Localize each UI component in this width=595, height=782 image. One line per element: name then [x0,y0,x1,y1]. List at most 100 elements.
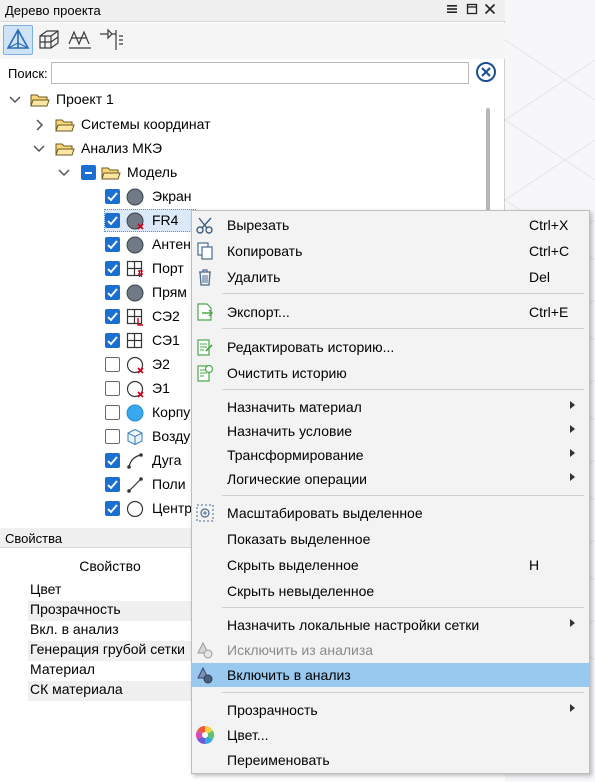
surface-mesh-icon [68,30,91,49]
tree-node-screen[interactable]: Экран [0,185,200,209]
property-row[interactable]: СК материала [28,681,193,701]
tree-node-poly[interactable]: Поли [0,473,200,497]
menu-separator [222,389,584,390]
tree-node-se1[interactable]: СЭ1 [0,329,200,353]
property-row[interactable]: Цвет [28,581,193,601]
menu-item-clear-history[interactable]: Очистить историю [192,361,589,385]
checkbox-unchecked[interactable] [105,405,120,420]
menu-item-delete[interactable]: Удалить Del [192,265,589,289]
tree-node-coord-systems[interactable]: Системы координат [0,113,400,137]
export-icon [197,303,213,321]
menu-item-transparency[interactable]: Прозрачность [192,698,589,722]
pyramid-icon [6,28,30,49]
menu-item-logic-ops[interactable]: Логические операции [192,467,589,491]
tree-node-label: Системы координат [81,116,211,132]
menu-item-cut[interactable]: Вырезать Ctrl+X [192,213,589,237]
menu-separator [222,692,584,693]
submenu-arrow-icon [570,449,575,457]
tree-node-e1[interactable]: Э1 [0,377,200,401]
mesh-cube-icon [39,30,59,49]
tree-node-e2[interactable]: Э2 [0,353,200,377]
tree-node-body[interactable]: Корпу [0,401,200,425]
submenu-arrow-icon [570,473,575,481]
port-face-icon [126,260,143,277]
properties-title: Свойства [5,531,63,546]
tree-node-se2[interactable]: СЭ2 [0,305,200,329]
menu-item-copy[interactable]: Копировать Ctrl+C [192,239,589,263]
restore-icon[interactable] [464,3,480,19]
tree-node-arc[interactable]: Дуга [0,449,200,473]
tree-node-label: Э1 [152,380,170,396]
include-analysis-icon [197,666,213,684]
color-wheel-icon [195,726,215,744]
geometry-view-button[interactable] [3,25,33,55]
close-icon[interactable] [482,3,498,19]
tree-node-antenna[interactable]: Антен [0,233,200,257]
port-icon [100,28,123,50]
menu-item-assign-material[interactable]: Назначить материал [192,395,589,419]
checkbox-checked[interactable] [105,189,120,204]
menu-icon[interactable] [444,3,460,19]
mesh-view-button[interactable] [34,25,64,55]
menu-item-zoom-selected[interactable]: Масштабировать выделенное [192,501,589,525]
surface-mesh-button[interactable] [65,25,95,55]
tree-node-label: Модель [127,164,178,180]
menu-item-export[interactable]: Экспорт... Ctrl+E [192,300,589,324]
tree-node-label: СЭ1 [152,332,180,348]
lumped-element-icon [126,332,143,349]
property-row[interactable]: Прозрачность [28,601,193,621]
checkbox-checked[interactable] [105,261,120,276]
model-checkbox[interactable] [81,165,96,180]
tree-node-label: Корпу [152,404,191,420]
chevron-down-icon[interactable] [8,93,22,107]
excluded-solid-icon [126,212,144,230]
checkbox-checked[interactable] [105,213,120,228]
tree-node-port[interactable]: Порт [0,257,200,281]
circle-outline-icon [126,500,144,517]
checkbox-checked[interactable] [105,333,120,348]
tree-node-center[interactable]: Центр [0,497,200,517]
checkbox-checked[interactable] [105,477,120,492]
menu-item-hide-unselected[interactable]: Скрыть невыделенное [192,579,589,603]
tree-node-rect[interactable]: Прям [0,281,200,305]
tree-node-model[interactable]: Модель [0,161,400,185]
menu-item-rename[interactable]: Переименовать [192,748,589,772]
menu-item-show-selected[interactable]: Показать выделенное [192,527,589,551]
menu-item-local-mesh[interactable]: Назначить локальные настройки сетки [192,613,589,637]
submenu-arrow-icon [570,619,575,627]
clear-icon [476,62,496,82]
chevron-right-icon[interactable] [32,118,46,132]
tree-node-air[interactable]: Возду [0,425,200,449]
property-row[interactable]: Вкл. в анализ [28,621,193,641]
zoom-selected-icon [196,504,214,522]
chevron-down-icon[interactable] [32,142,46,156]
checkbox-checked[interactable] [105,237,120,252]
tree-node-fr4[interactable]: FR4 [0,209,200,233]
property-row[interactable]: Материал [28,661,193,681]
checkbox-checked[interactable] [105,453,120,468]
tree-node-fem-analysis[interactable]: Анализ МКЭ [0,137,400,161]
menu-item-color[interactable]: Цвет... [192,723,589,747]
search-input[interactable] [51,62,469,84]
checkbox-unchecked[interactable] [105,429,120,444]
menu-item-hide-selected[interactable]: Скрыть выделенное H [192,553,589,577]
property-column-header[interactable]: Свойство [30,556,190,578]
menu-item-assign-condition[interactable]: Назначить условие [192,419,589,443]
menu-item-edit-history[interactable]: Редактировать историю... [192,335,589,359]
checkbox-checked[interactable] [105,309,120,324]
menu-item-transform[interactable]: Трансформирование [192,443,589,467]
checkbox-checked[interactable] [105,285,120,300]
tree-node-project[interactable]: Проект 1 [0,88,400,112]
clear-search-button[interactable] [475,61,497,83]
solid-circle-icon [126,188,144,206]
excluded-outline-icon [126,356,144,374]
checkbox-unchecked[interactable] [105,381,120,396]
chevron-down-icon[interactable] [57,166,71,180]
menu-item-include-analysis[interactable]: Включить в анализ [192,663,589,687]
checkbox-checked[interactable] [105,501,120,516]
property-row[interactable]: Генерация грубой сетки [28,641,193,661]
checkbox-unchecked[interactable] [105,357,120,372]
submenu-arrow-icon [570,425,575,433]
tree-node-label: Поли [152,476,186,492]
ports-view-button[interactable] [96,25,126,55]
